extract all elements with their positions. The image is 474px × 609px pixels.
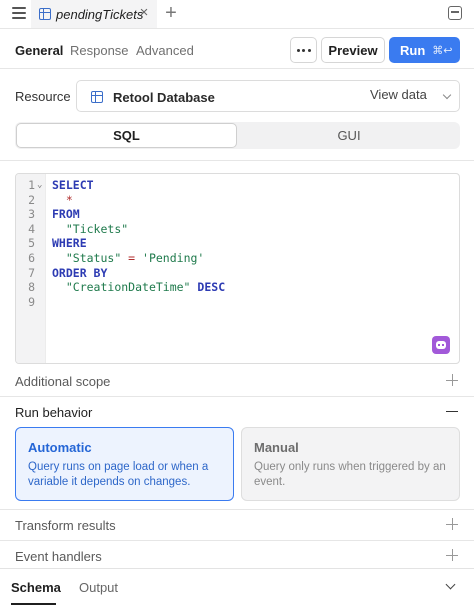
- code-token: SELECT: [52, 178, 94, 192]
- code-text: WHERE: [52, 236, 87, 251]
- code-text: "Status" = 'Pending': [52, 251, 204, 266]
- line-number: 6: [28, 250, 35, 265]
- tab-advanced[interactable]: Advanced: [136, 43, 194, 58]
- collapse-run-behavior-icon[interactable]: [446, 405, 458, 417]
- add-icon[interactable]: +: [162, 3, 180, 23]
- line-number: 4: [28, 221, 35, 236]
- mode-sql-button[interactable]: SQL: [16, 123, 237, 148]
- code-line: 9: [16, 295, 459, 310]
- section-transform-results[interactable]: Transform results: [15, 518, 116, 533]
- more-options-button[interactable]: [290, 37, 317, 63]
- code-token: =: [121, 250, 143, 265]
- automatic-description: Query runs on page load or when a variab…: [28, 461, 209, 488]
- tab-general[interactable]: General: [15, 43, 63, 58]
- code-line: 4 "Tickets": [16, 222, 459, 237]
- mode-gui-button[interactable]: GUI: [238, 122, 460, 149]
- database-table-icon: [91, 91, 103, 103]
- divider: [0, 68, 474, 69]
- automatic-title: Automatic: [28, 440, 92, 455]
- code-text: FROM: [52, 207, 80, 222]
- code-token: WHERE: [52, 236, 87, 251]
- line-number: 8: [28, 280, 35, 295]
- code-text: SELECT: [52, 178, 94, 193]
- expand-transform-results-icon[interactable]: [446, 518, 458, 530]
- chevron-down-icon[interactable]: [442, 90, 452, 100]
- resource-select[interactable]: Retool Database View data: [76, 80, 460, 112]
- query-tab[interactable]: pendingTickets ×: [31, 0, 157, 28]
- expand-additional-scope-icon[interactable]: [446, 374, 458, 386]
- ai-assist-icon[interactable]: [432, 336, 450, 354]
- code-line: 6 "Status" = 'Pending': [16, 251, 459, 266]
- code-token: "CreationDateTime": [65, 280, 191, 295]
- tab-output[interactable]: Output: [79, 580, 118, 595]
- view-data-link[interactable]: View data: [370, 87, 427, 102]
- run-shortcut: ⌘↩: [432, 44, 453, 57]
- chevron-down-icon[interactable]: [445, 579, 456, 590]
- bottom-panel-tabs: Schema Output: [0, 568, 474, 609]
- code-token: "Status": [65, 250, 122, 265]
- close-icon[interactable]: ×: [137, 5, 151, 20]
- code-text: "CreationDateTime" DESC: [52, 280, 225, 295]
- resource-label: Resource: [15, 89, 71, 104]
- line-number: 9: [28, 294, 35, 309]
- code-line: 5 WHERE: [16, 236, 459, 251]
- divider: [0, 28, 474, 29]
- run-button[interactable]: Run ⌘↩: [389, 37, 460, 63]
- run-button-label: Run: [400, 42, 426, 58]
- code-token: *: [65, 192, 73, 207]
- manual-description: Query only runs when triggered by an eve…: [254, 461, 446, 488]
- query-tab-label: pendingTickets: [56, 6, 144, 22]
- active-tab-indicator: [11, 603, 56, 605]
- fold-icon[interactable]: ⌄: [37, 178, 42, 193]
- code-line: 2 *: [16, 193, 459, 208]
- code-token: 'Pending': [142, 250, 205, 265]
- divider: [0, 160, 474, 161]
- section-event-handlers[interactable]: Event handlers: [15, 549, 102, 564]
- code-lines: 1 ⌄ SELECT 2 * 3 FROM 4 "Tickets" 5 WHERE 6 "Stat…: [16, 178, 459, 309]
- manual-title: Manual: [254, 440, 299, 455]
- expand-event-handlers-icon[interactable]: [446, 549, 458, 561]
- code-text: *: [52, 193, 73, 208]
- preview-button[interactable]: Preview: [321, 37, 385, 63]
- run-behavior-automatic-option[interactable]: Automatic Query runs on page load or whe…: [15, 427, 234, 501]
- section-additional-scope[interactable]: Additional scope: [15, 374, 110, 389]
- mode-toggle: SQL GUI: [15, 122, 460, 149]
- divider: [0, 396, 474, 397]
- line-number: 5: [28, 236, 35, 251]
- section-run-behavior[interactable]: Run behavior: [15, 405, 92, 420]
- query-tab-strip: pendingTickets × +: [0, 0, 474, 28]
- line-number: 3: [28, 207, 35, 222]
- code-token: ORDER BY: [52, 265, 108, 280]
- code-line: 1 ⌄ SELECT: [16, 178, 459, 193]
- tab-schema[interactable]: Schema: [11, 580, 61, 595]
- tab-response[interactable]: Response: [70, 43, 129, 58]
- sql-editor[interactable]: 1 ⌄ SELECT 2 * 3 FROM 4 "Tickets" 5 WHERE 6 "Stat…: [15, 173, 460, 364]
- resource-value: Retool Database: [113, 90, 215, 105]
- line-number: 1: [28, 178, 35, 192]
- code-line: 8 "CreationDateTime" DESC: [16, 280, 459, 295]
- table-icon: [39, 8, 51, 20]
- code-text: "Tickets": [52, 222, 128, 237]
- menu-icon[interactable]: [12, 7, 26, 19]
- code-line: 3 FROM: [16, 207, 459, 222]
- divider: [0, 509, 474, 510]
- code-token: "Tickets": [65, 221, 129, 236]
- code-line: 7 ORDER BY: [16, 266, 459, 281]
- line-number: 7: [28, 265, 35, 280]
- code-token: DESC: [197, 280, 226, 295]
- divider: [0, 540, 474, 541]
- code-token: FROM: [52, 207, 80, 222]
- collapse-panel-icon[interactable]: [448, 6, 462, 20]
- run-behavior-manual-option[interactable]: Manual Query only runs when triggered by…: [241, 427, 460, 501]
- line-number: 2: [28, 192, 35, 207]
- code-text: ORDER BY: [52, 266, 107, 281]
